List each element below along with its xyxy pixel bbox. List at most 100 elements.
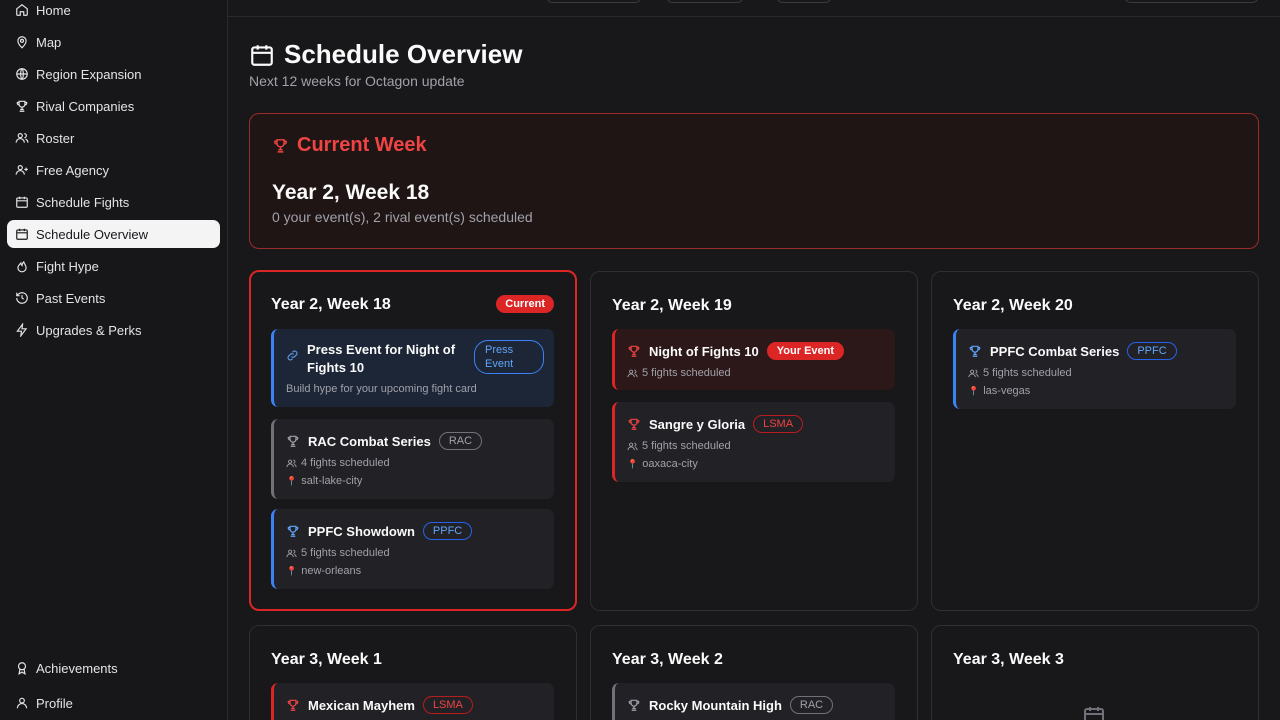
sidebar-item-label: Achievements [36, 660, 118, 676]
history-icon [16, 292, 28, 304]
week-title: Year 3, Week 2 [612, 651, 723, 668]
trophy-icon [287, 435, 299, 447]
event-name: Sangre y Gloria [649, 416, 746, 432]
week-title: Year 2, Week 20 [953, 297, 1073, 314]
event-item[interactable]: PPFC Combat Series PPFC 5 fights schedul… [953, 329, 1236, 409]
sidebar-item-label: Roster [36, 130, 75, 146]
globe-icon [16, 68, 28, 80]
event-header: PPFC Showdown PPFC [286, 522, 473, 540]
sidebar-item-label: Home [36, 2, 71, 18]
sidebar-item-past-events[interactable]: Past Events [7, 284, 220, 312]
location-pin-icon: 📍 [968, 385, 980, 396]
current-week-panel: Current Week Year 2, Week 18 0 your even… [249, 113, 1259, 249]
award-icon [17, 662, 27, 675]
calendar-icon [16, 228, 28, 240]
trophy-icon [969, 345, 981, 357]
event-location: 📍 new-orleans [286, 565, 361, 577]
press-event-name: Press Event for Night of Fights 10 [307, 342, 456, 375]
topbar-control[interactable] [1124, 0, 1259, 3]
home-icon [16, 4, 28, 16]
event-header: Night of Fights 10 Your Event [627, 342, 845, 360]
user-icon [16, 697, 28, 709]
users-icon [627, 442, 638, 450]
location-text: las-vegas [983, 385, 1031, 397]
week-card: Year 3, Week 2 Rocky Mountain High RAC [590, 625, 918, 720]
location-text: salt-lake-city [301, 475, 363, 487]
sidebar-item-upgrades-perks[interactable]: Upgrades & Perks [7, 316, 220, 344]
sidebar-item-label: Schedule Fights [36, 194, 130, 210]
link-icon [287, 350, 298, 361]
week-card: Year 2, Week 18 Current Press Event for … [249, 270, 577, 611]
page-title: Schedule Overview [284, 39, 523, 69]
event-item[interactable]: RAC Combat Series RAC 4 fights scheduled… [271, 419, 554, 499]
event-header: PPFC Combat Series PPFC [968, 342, 1177, 360]
fights-count-text: 5 fights scheduled [301, 547, 390, 559]
event-item[interactable]: PPFC Showdown PPFC 5 fights scheduled 📍 … [271, 509, 554, 589]
press-event-tag: Press Event [474, 340, 544, 374]
sidebar-item-schedule-overview[interactable]: Schedule Overview [7, 220, 220, 248]
event-name: PPFC Showdown [308, 523, 415, 539]
sidebar-item-label: Rival Companies [36, 98, 135, 114]
topbar-control[interactable] [546, 0, 642, 3]
main-content: Schedule Overview Next 12 weeks for Octa… [228, 17, 1280, 720]
fights-count-text: 5 fights scheduled [983, 367, 1072, 379]
trophy-icon [16, 100, 28, 112]
press-event-item[interactable]: Press Event for Night of Fights 10 Press… [271, 329, 554, 407]
week-card: Year 2, Week 19 Night of Fights 10 Your … [590, 271, 918, 611]
page-subtitle: Next 12 weeks for Octagon update [249, 73, 465, 89]
fights-count: 5 fights scheduled [286, 547, 390, 559]
location-text: oaxaca-city [642, 458, 698, 470]
fights-count: 4 fights scheduled [286, 457, 390, 469]
sidebar-item-map[interactable]: Map [7, 28, 220, 56]
trophy-icon [274, 139, 287, 153]
event-item[interactable]: Mexican Mayhem LSMA [271, 683, 554, 720]
current-week-header: Current Week [272, 134, 427, 157]
week-card: Year 3, Week 1 Mexican Mayhem LSMA [249, 625, 577, 720]
topbar-control[interactable] [776, 0, 832, 3]
event-header: Rocky Mountain High RAC [627, 696, 834, 714]
sidebar-item-free-agency[interactable]: Free Agency [7, 156, 220, 184]
event-item[interactable]: Sangre y Gloria LSMA 5 fights scheduled … [612, 402, 895, 482]
current-week-title: Year 2, Week 18 [272, 181, 430, 204]
sidebar-item-label: Schedule Overview [36, 226, 148, 242]
sidebar-item-label: Upgrades & Perks [36, 322, 142, 338]
users-icon [15, 133, 29, 143]
sidebar-item-rival-companies[interactable]: Rival Companies [7, 92, 220, 120]
sidebar-item-roster[interactable]: Roster [7, 124, 220, 152]
fights-count-text: 5 fights scheduled [642, 367, 731, 379]
trophy-icon [628, 699, 640, 711]
location-text: new-orleans [301, 565, 362, 577]
event-location: 📍 salt-lake-city [286, 475, 362, 487]
event-name: Night of Fights 10 [649, 343, 759, 359]
event-name: RAC Combat Series [308, 433, 431, 449]
zap-icon [16, 323, 28, 337]
event-header: RAC Combat Series RAC [286, 432, 483, 450]
trophy-icon [628, 418, 640, 430]
event-item[interactable]: Rocky Mountain High RAC [612, 683, 895, 720]
sidebar-item-fight-hype[interactable]: Fight Hype [7, 252, 220, 280]
calendar-icon [251, 44, 273, 66]
sidebar-item-home[interactable]: Home [7, 0, 220, 24]
map-pin-icon [17, 36, 27, 49]
trophy-icon [287, 525, 299, 537]
sidebar-item-profile[interactable]: Profile [7, 689, 220, 717]
location-pin-icon: 📍 [286, 565, 298, 576]
promotion-tag: PPFC [1127, 342, 1177, 360]
sidebar-item-label: Map [36, 34, 62, 50]
location-pin-icon: 📍 [286, 475, 298, 486]
promotion-tag: LSMA [422, 696, 473, 714]
event-name: Mexican Mayhem [308, 697, 415, 713]
topbar-control[interactable] [666, 0, 744, 3]
location-pin-icon: 📍 [627, 458, 639, 469]
event-item[interactable]: Night of Fights 10 Your Event 5 fights s… [612, 329, 895, 390]
event-header: Sangre y Gloria LSMA [627, 415, 804, 433]
promotion-tag: RAC [789, 696, 834, 714]
sidebar-item-label: Profile [36, 695, 73, 711]
sidebar-item-achievements[interactable]: Achievements [7, 654, 220, 682]
sidebar-item-region-expansion[interactable]: Region Expansion [7, 60, 220, 88]
calendar-icon [16, 196, 28, 208]
sidebar-item-label: Fight Hype [36, 258, 99, 274]
sidebar-item-label: Free Agency [36, 162, 109, 178]
sidebar-item-schedule-fights[interactable]: Schedule Fights [7, 188, 220, 216]
trophy-icon [628, 345, 640, 357]
